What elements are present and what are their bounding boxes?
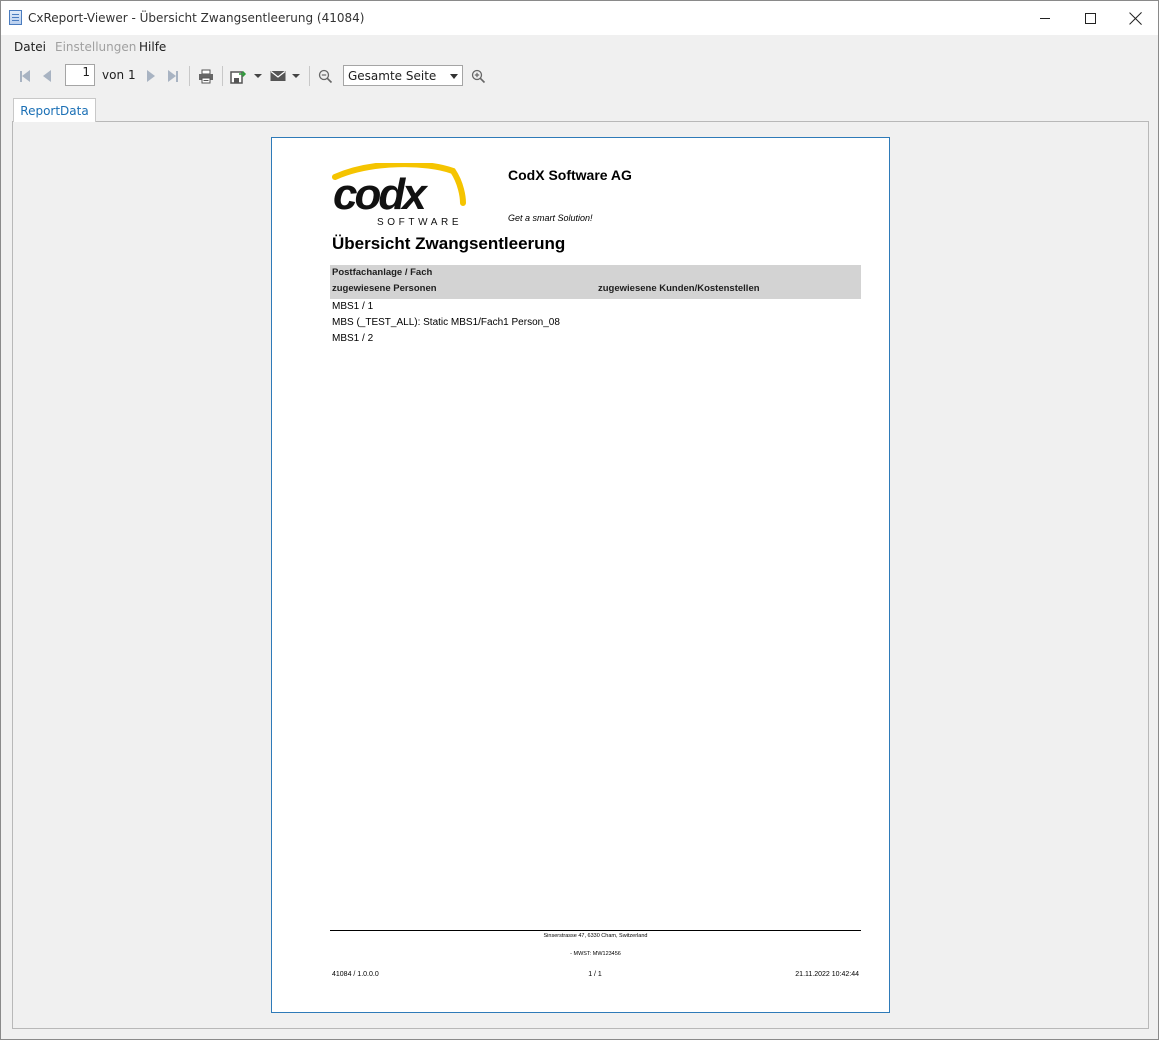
menu-bar: Datei Einstellungen Hilfe (1, 36, 1158, 58)
last-page-arrow (168, 70, 176, 82)
page-number-input[interactable]: 1 (65, 64, 95, 86)
column-header-postfachanlage: Postfachanlage / Fach (332, 267, 433, 278)
zoom-out-button[interactable] (316, 67, 334, 85)
table-row: MBS1 / 1 (332, 301, 374, 312)
last-page-button[interactable] (165, 67, 181, 85)
toolbar-separator (222, 66, 223, 86)
zoom-out-icon (318, 69, 332, 83)
footer-divider (330, 930, 861, 931)
dropdown-arrow-icon (450, 74, 458, 79)
page-of-label: von (102, 68, 125, 82)
table-row: MBS (_TEST_ALL): Static MBS1/Fach1 Perso… (332, 317, 560, 328)
menu-datei[interactable]: Datei (14, 40, 46, 54)
footer-report-version: 41084 / 1.0.0.0 (332, 971, 379, 978)
footer-timestamp: 21.11.2022 10:42:44 (795, 971, 859, 978)
maximize-button[interactable] (1067, 1, 1113, 35)
toolbar-separator (309, 66, 310, 86)
page-total-label: 1 (128, 68, 136, 82)
footer-vat: - MWST: MW123456 (570, 951, 621, 957)
export-save-icon (230, 70, 247, 84)
minimize-icon (1040, 17, 1050, 19)
chevron-down-icon (254, 74, 262, 78)
first-page-button[interactable] (17, 67, 33, 85)
first-page-arrow (22, 70, 30, 82)
printer-icon (199, 69, 213, 83)
email-button[interactable] (269, 67, 301, 85)
column-header-kunden: zugewiesene Kunden/Kostenstellen (598, 283, 760, 294)
footer-address: Sinserstrasse 47, 6330 Cham, Switzerland (543, 933, 648, 939)
tab-reportdata[interactable]: ReportData (13, 98, 96, 122)
menu-hilfe[interactable]: Hilfe (139, 40, 166, 54)
zoom-in-icon (471, 69, 485, 83)
title-bar[interactable]: CxReport-Viewer - Übersicht Zwangsentlee… (1, 1, 1158, 35)
print-button[interactable] (197, 67, 215, 85)
close-icon (1129, 12, 1142, 25)
table-row: MBS1 / 2 (332, 333, 374, 344)
chevron-down-icon (292, 74, 300, 78)
company-name: CodX Software AG (508, 167, 632, 183)
codx-software-logo: codx SOFTWARE (332, 163, 466, 228)
window-title: CxReport-Viewer - Übersicht Zwangsentlee… (28, 11, 365, 25)
export-button[interactable] (229, 67, 263, 85)
previous-page-icon (43, 70, 51, 82)
report-title: Übersicht Zwangsentleerung (332, 234, 566, 253)
table-header: Postfachanlage / Fach zugewiesene Person… (330, 265, 861, 299)
report-viewer-window: CxReport-Viewer - Übersicht Zwangsentlee… (0, 0, 1159, 1040)
logo-subtitle: SOFTWARE (377, 217, 462, 228)
column-header-personen: zugewiesene Personen (332, 283, 437, 294)
zoom-in-button[interactable] (469, 67, 487, 85)
toolbar (1, 61, 1158, 91)
footer-page-number: 1 / 1 (588, 971, 602, 978)
company-slogan: Get a smart Solution! (508, 213, 593, 223)
next-page-button[interactable] (144, 67, 158, 85)
close-button[interactable] (1112, 1, 1158, 35)
maximize-icon (1084, 12, 1096, 24)
previous-page-button[interactable] (40, 67, 54, 85)
app-document-icon (9, 10, 22, 25)
zoom-select[interactable]: Gesamte Seite (343, 65, 463, 86)
next-page-icon (147, 70, 155, 82)
toolbar-separator (189, 66, 190, 86)
menu-einstellungen[interactable]: Einstellungen (55, 40, 136, 54)
minimize-button[interactable] (1022, 1, 1068, 35)
logo-wordmark: codx (333, 170, 428, 219)
last-page-icon (176, 70, 178, 82)
envelope-icon (270, 71, 286, 81)
zoom-select-value: Gesamte Seite (348, 69, 437, 83)
